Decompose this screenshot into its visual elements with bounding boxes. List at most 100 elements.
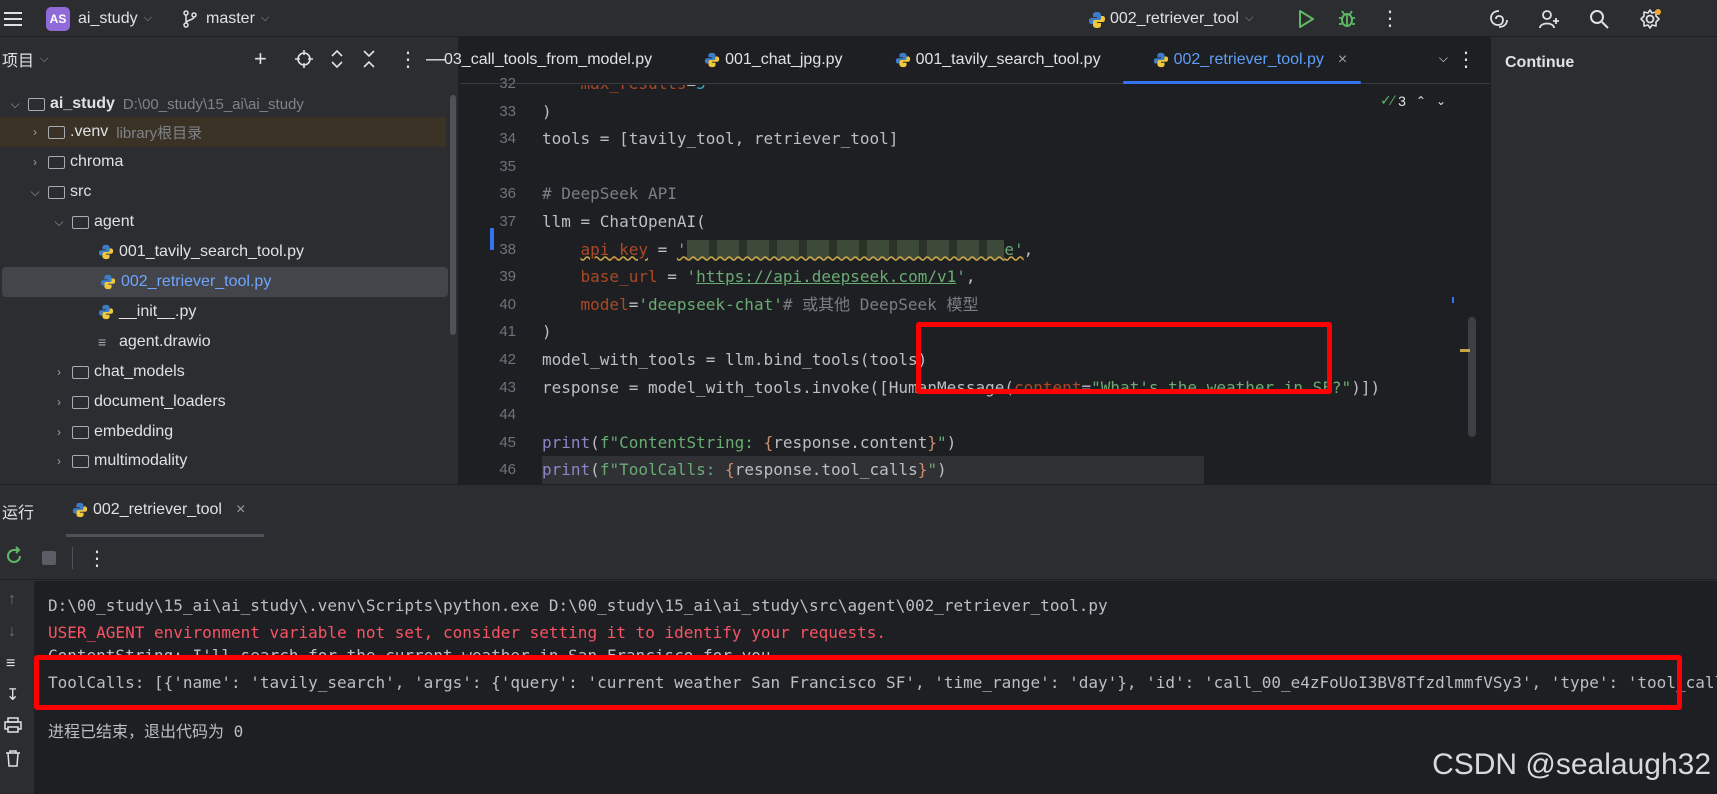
run-icon[interactable] [1294, 0, 1318, 37]
tree-item-init[interactable]: __init__.py [0, 297, 446, 327]
chevron-down-icon: ⌵ [260, 12, 270, 24]
python-file-icon [72, 502, 88, 518]
run-panel-header: 运行 002_retriever_tool × [0, 485, 1717, 537]
close-tab-icon[interactable]: × [236, 501, 245, 519]
editor-scrollbar[interactable] [1468, 317, 1476, 437]
expand-all-icon[interactable] [330, 50, 344, 68]
settings-gear-icon[interactable] [1636, 0, 1664, 37]
more-options-icon[interactable]: ⋮ [87, 546, 107, 571]
run-toolbar: ⋮ [0, 537, 1717, 580]
tab-call-tools[interactable]: 03_call_tools_from_model.py [444, 37, 670, 83]
ai-assistant-icon[interactable] [1486, 0, 1512, 37]
project-panel-title[interactable]: 项目 [2, 47, 34, 71]
tree-item-multimodality[interactable]: › multimodality [0, 447, 446, 475]
chevron-up-icon[interactable]: ⌃ [1416, 94, 1426, 108]
source-folder-icon [48, 185, 65, 199]
tab-tavily-search[interactable]: 001_tavily_search_tool.py [861, 37, 1119, 83]
main-menu-icon[interactable] [0, 0, 26, 37]
line-number: 46 [499, 461, 516, 479]
branch-switcher[interactable]: master ⌵ [182, 0, 269, 37]
tabs-dropdown-icon[interactable]: ⌵ [1439, 51, 1448, 66]
tab-chat-jpg[interactable]: 001_chat_jpg.py [670, 37, 860, 83]
tabs-more-icon[interactable]: ⋮ [1456, 47, 1476, 72]
tree-item-chat-models[interactable]: › chat_models [0, 357, 446, 387]
highlight-box-code [916, 322, 1332, 394]
code-line-41: ) [542, 322, 552, 342]
code-area[interactable]: max_results=5 ) tools = [tavily_tool, re… [542, 85, 1492, 484]
line-number: 35 [499, 157, 516, 175]
options-icon[interactable]: ⋮ [398, 47, 418, 72]
chevron-down-icon: ⌵ [40, 52, 49, 65]
hide-panel-icon[interactable]: — [426, 48, 446, 71]
tree-item-label: agent.drawio [119, 333, 211, 350]
code-line-38: api_key = 'xx-xxxxxxxxxxxxxxxxxxxxxxxxxx… [580, 239, 1034, 259]
code-line-39: base_url = 'https://api.deepseek.com/v1'… [580, 267, 976, 287]
highlight-box-output [34, 655, 1682, 710]
package-folder-icon [72, 215, 89, 229]
tab-retriever-tool[interactable]: 002_retriever_tool.py × [1119, 37, 1366, 84]
trash-icon[interactable] [4, 749, 22, 772]
watermark: CSDN @sealaugh32 [1432, 748, 1711, 781]
folder-icon [48, 125, 65, 139]
code-editor: 03_call_tools_from_model.py 001_chat_jpg… [444, 37, 1492, 484]
tree-item-001-tavily[interactable]: 001_tavily_search_tool.py [0, 237, 446, 267]
scroll-to-end-icon[interactable]: ↧ [6, 685, 19, 705]
tree-item-label: document_loaders [94, 393, 226, 410]
python-file-icon [1153, 52, 1169, 68]
tree-item-label: 001_tavily_search_tool.py [119, 243, 305, 260]
rerun-icon[interactable] [4, 545, 24, 571]
inspection-widget[interactable]: ✓⁄ 3 ⌃ ⌄ [1380, 92, 1446, 109]
new-file-icon[interactable]: + [254, 46, 267, 72]
package-folder-icon [72, 425, 89, 439]
run-config-selector[interactable]: 002_retriever_tool ⌵ [1088, 0, 1253, 37]
collapse-all-icon[interactable] [362, 50, 376, 68]
run-tab[interactable]: 002_retriever_tool × [66, 485, 264, 537]
project-scrollbar[interactable] [450, 95, 456, 335]
project-switcher[interactable]: AS ai_study ⌵ [46, 0, 152, 37]
tree-item-src[interactable]: ⌵ src [0, 177, 446, 207]
tree-item-002-retriever[interactable]: 002_retriever_tool.py [2, 267, 448, 297]
arrow-up-icon[interactable]: ↑ [8, 591, 16, 609]
arrow-down-icon[interactable]: ↓ [8, 623, 16, 641]
code-line-40: model='deepseek-chat'# 或其他 DeepSeek 模型 [580, 294, 979, 314]
debug-icon[interactable] [1334, 0, 1360, 37]
chevron-down-icon[interactable]: ⌄ [1436, 94, 1446, 108]
soft-wrap-icon[interactable]: ≡ [6, 655, 15, 673]
tree-item-label: 002_retriever_tool.py [121, 273, 272, 290]
folder-icon [72, 395, 89, 409]
tree-item-hint: library根目录 [116, 124, 203, 142]
run-tab-label: 002_retriever_tool [93, 500, 222, 518]
search-icon[interactable] [1586, 0, 1612, 37]
stop-icon[interactable] [42, 551, 56, 565]
print-icon[interactable] [4, 717, 22, 738]
close-tab-icon[interactable]: × [1338, 51, 1347, 69]
locate-icon[interactable] [295, 50, 313, 68]
tree-item-drawio[interactable]: ≡ agent.drawio [0, 327, 446, 357]
tree-item-embedding[interactable]: › embedding [0, 417, 446, 447]
tree-item-chroma[interactable]: › chroma [0, 147, 446, 177]
line-number: 45 [499, 433, 516, 451]
continue-panel: Continue [1490, 37, 1717, 484]
add-user-icon[interactable] [1536, 0, 1562, 37]
change-marker [490, 228, 494, 250]
line-number: 41 [499, 323, 516, 341]
tree-item-label: .venv [70, 123, 109, 140]
tab-label: 001_tavily_search_tool.py [915, 51, 1101, 68]
tab-label: 001_chat_jpg.py [725, 51, 843, 68]
tree-item-document-loaders[interactable]: › document_loaders [0, 387, 446, 417]
tree-item-venv[interactable]: › .venv library根目录 [0, 117, 446, 147]
tree-item-label: src [70, 183, 92, 200]
tab-label: 03_call_tools_from_model.py [444, 51, 653, 68]
tree-item-label: __init__.py [119, 303, 197, 320]
console-exit-status: 进程已结束，退出代码为 0 [48, 722, 244, 741]
line-number-gutter: 32 33 34 35 36 37 38 39 40 41 42 43 44 45 46 [460, 75, 526, 484]
editor-tabs: 03_call_tools_from_model.py 001_chat_jpg… [444, 37, 1490, 84]
chevron-down-icon: ⌵ [30, 184, 40, 199]
tree-item-agent[interactable]: ⌵ agent [0, 207, 446, 237]
tree-item-ai-study[interactable]: ⌵ ai_study D:\00_study\15_ai\ai_study [0, 89, 446, 119]
more-actions-icon[interactable]: ⋮ [1380, 0, 1400, 37]
folder-icon [28, 97, 45, 111]
chevron-down-icon: ⌵ [54, 214, 64, 229]
tree-item-label: agent [94, 213, 135, 230]
